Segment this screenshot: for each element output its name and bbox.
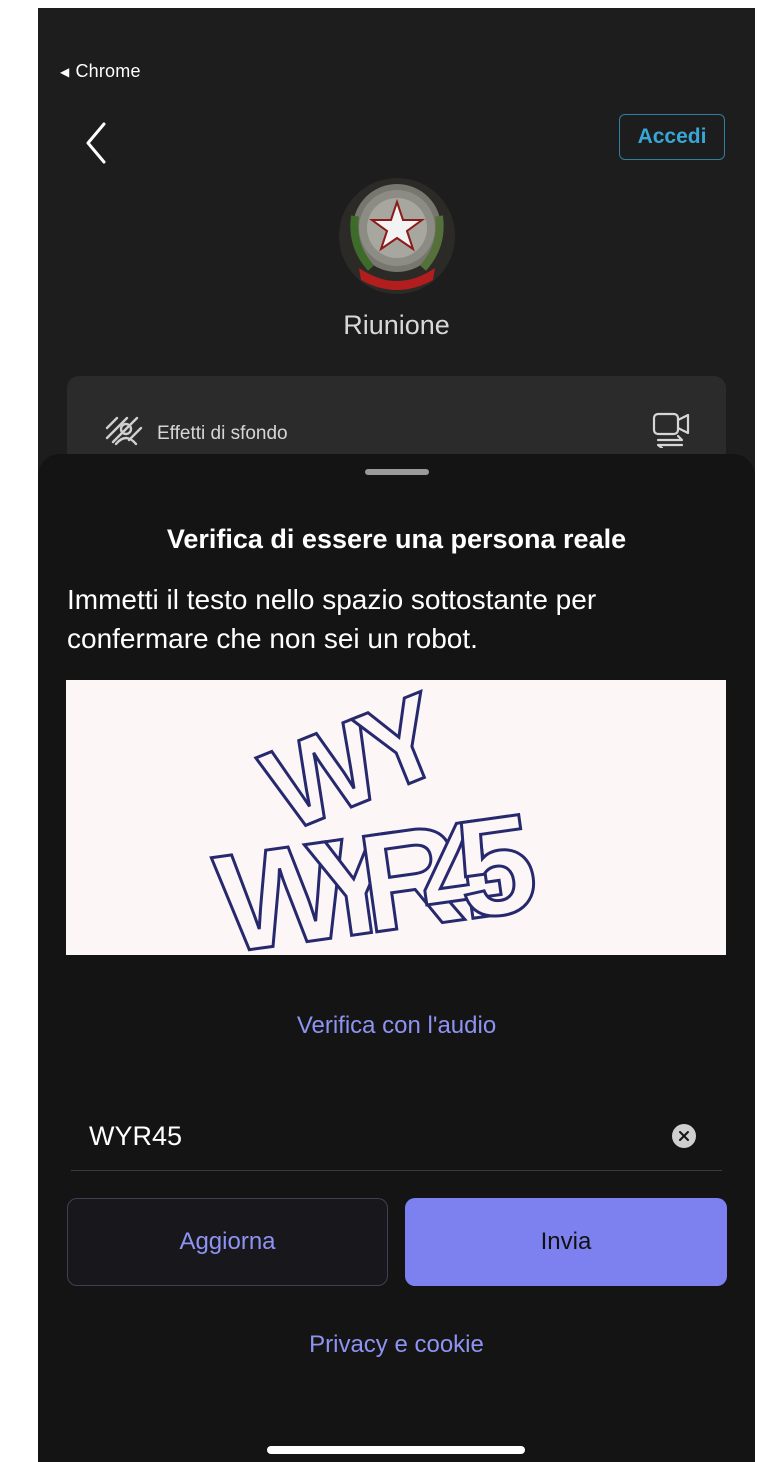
back-to-app-button[interactable]: ◀ Chrome: [60, 61, 141, 82]
sheet-description: Immetti il testo nello spazio sottostant…: [67, 584, 597, 654]
back-to-app-label: Chrome: [75, 61, 141, 81]
captcha-text: WYR45: [207, 783, 546, 955]
meeting-title: Riunione: [343, 310, 450, 340]
signin-button[interactable]: Accedi: [619, 114, 725, 160]
chevron-left-icon[interactable]: [80, 118, 116, 168]
captcha-answer-value[interactable]: WYR45: [71, 1121, 182, 1152]
clear-input-icon[interactable]: [672, 1124, 696, 1148]
triangle-left-icon: ◀: [60, 64, 70, 79]
background-effects-button[interactable]: Effetti di sfondo: [105, 416, 288, 452]
background-effects-label: Effetti di sfondo: [157, 423, 288, 444]
audio-verification-link[interactable]: Verifica con l'audio: [38, 1012, 755, 1040]
home-indicator: [267, 1446, 525, 1454]
refresh-button[interactable]: Aggiorna: [67, 1198, 388, 1286]
privacy-cookie-link[interactable]: Privacy e cookie: [38, 1331, 755, 1359]
sheet-grabber[interactable]: [365, 469, 429, 475]
verification-sheet: Verifica di essere una persona reale Imm…: [38, 454, 755, 1462]
camera-switch-icon[interactable]: [652, 410, 692, 450]
submit-button[interactable]: Invia: [405, 1198, 727, 1286]
background-effects-icon: [105, 416, 143, 452]
captcha-answer-field[interactable]: WYR45: [71, 1102, 722, 1171]
captcha-image: WY WYR45: [66, 666, 726, 984]
phone-screen: ◀ Chrome Accedi Riunione Effetti di sfon…: [38, 8, 755, 1462]
emblem-logo: [337, 176, 457, 296]
sheet-title: Verifica di essere una persona reale: [166, 524, 627, 554]
